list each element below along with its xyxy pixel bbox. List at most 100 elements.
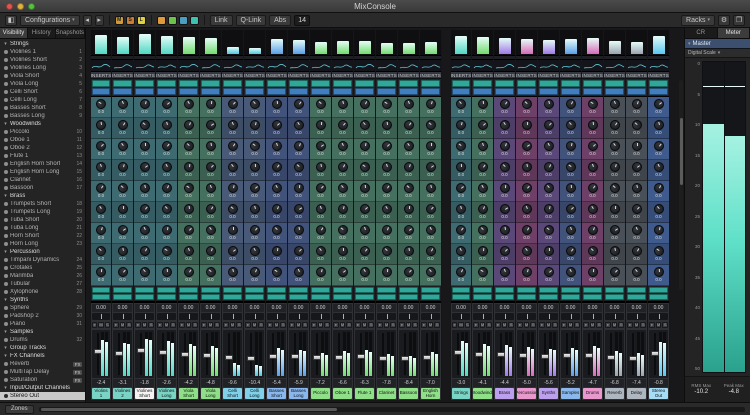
insert-slot[interactable]	[517, 80, 536, 87]
send-slot[interactable]	[223, 294, 242, 300]
horizontal-scrollbar-thumb[interactable]	[40, 407, 338, 411]
channel-list-item[interactable]: Piano 31	[0, 320, 85, 328]
rack-knob[interactable]	[115, 265, 130, 280]
rack-knob[interactable]	[315, 119, 326, 131]
rack-knob[interactable]	[652, 119, 665, 132]
rack-knob[interactable]	[607, 265, 622, 280]
channel-name-label[interactable]: Basses Short	[267, 388, 286, 399]
rack-knob[interactable]	[94, 160, 108, 174]
rack-knob-row[interactable]: 0.0	[134, 118, 155, 139]
solo-button[interactable]: S	[104, 322, 110, 328]
fader-cap[interactable]	[269, 353, 277, 359]
rack-knob[interactable]	[94, 97, 108, 112]
mute-button[interactable]: M	[361, 322, 368, 328]
channel-list-item[interactable]: Basses Long 9	[0, 112, 85, 120]
rack-knob[interactable]	[651, 181, 666, 195]
channel-list-item[interactable]: Drums 32	[0, 336, 85, 344]
rack-knob-row[interactable]: 0.0	[266, 181, 287, 202]
edit-channel-button[interactable]: e	[495, 322, 501, 328]
rack-knob[interactable]	[521, 119, 532, 131]
rack-knob[interactable]	[609, 203, 620, 215]
rack-knob-row[interactable]: 0.0	[538, 202, 559, 223]
solo-button[interactable]: S	[596, 322, 603, 328]
expand-arrow-icon[interactable]: ▾	[3, 249, 8, 255]
rack-knob[interactable]	[335, 223, 350, 238]
expand-arrow-icon[interactable]: ▾	[3, 345, 8, 351]
rack-knob-row[interactable]: 0.0	[354, 265, 375, 286]
vertical-scrollbar-thumb[interactable]	[679, 117, 683, 185]
rack-header-inserts[interactable]: INSERTS	[398, 72, 419, 79]
rack-knob[interactable]	[607, 181, 622, 196]
listen-toggle-button[interactable]: L	[136, 15, 146, 25]
rack-knob[interactable]	[269, 118, 284, 133]
rack-knob[interactable]	[181, 139, 196, 154]
rack-knob-row[interactable]: 0.0	[560, 97, 581, 118]
channel-name-label[interactable]: Clarinet	[377, 388, 396, 399]
rack-knob[interactable]	[423, 118, 438, 133]
rack-knob[interactable]	[454, 244, 468, 259]
rack-knob[interactable]	[587, 119, 598, 131]
eq-curve-display[interactable]	[222, 60, 243, 72]
rack-knob-row[interactable]: 0.0	[222, 265, 243, 286]
rack-knob[interactable]	[651, 97, 666, 112]
rack-knob[interactable]	[541, 160, 556, 174]
rack-knob-row[interactable]: 0.0	[472, 160, 493, 181]
rack-knob-row[interactable]: 0.0	[222, 244, 243, 265]
insert-slot[interactable]	[421, 88, 440, 95]
rack-knob-row[interactable]: 0.0	[494, 244, 515, 265]
channel-list-item[interactable]: ▾ Samples	[0, 328, 85, 336]
mixer-channel-strip[interactable]: INSERTS 0.0 0.0 0.0 0.0 0.0 0.0 0.0 0.0 0.0 0.00 e M…	[332, 30, 354, 400]
rack-knob-row[interactable]: 0.0	[200, 202, 221, 223]
send-slot[interactable]	[179, 294, 198, 300]
rack-knob[interactable]	[247, 139, 262, 154]
rack-knob[interactable]	[115, 223, 130, 238]
visibility-dot-icon[interactable]	[3, 98, 8, 102]
channel-list-item[interactable]: Xylophone 28	[0, 288, 85, 296]
pan-control[interactable]	[399, 313, 418, 320]
rack-knob[interactable]	[357, 265, 372, 280]
rack-knob-row[interactable]: 0.0	[472, 265, 493, 286]
rack-header-inserts[interactable]: INSERTS	[178, 72, 199, 79]
send-slot[interactable]	[421, 294, 440, 300]
rack-knob-row[interactable]: 0.0	[288, 202, 309, 223]
rack-knob-row[interactable]: 0.0	[310, 97, 331, 118]
rack-knob-row[interactable]: 0.0	[244, 265, 265, 286]
mute-button[interactable]: M	[427, 322, 434, 328]
rack-knob-row[interactable]: 0.0	[244, 244, 265, 265]
channel-list-item[interactable]: Bassoon 17	[0, 184, 85, 192]
visibility-dot-icon[interactable]	[3, 306, 8, 310]
insert-slot[interactable]	[517, 88, 536, 95]
send-slot[interactable]	[113, 294, 132, 300]
rack-knob[interactable]	[95, 266, 107, 278]
rack-knob[interactable]	[476, 139, 489, 153]
mute-button[interactable]: M	[141, 322, 148, 328]
rack-knob-row[interactable]: 0.0	[398, 202, 419, 223]
insert-slot[interactable]	[473, 88, 492, 95]
rack-knob-row[interactable]: 0.0	[112, 181, 133, 202]
eq-curve-display[interactable]	[288, 60, 309, 72]
rack-knob-row[interactable]: 0.0	[472, 223, 493, 244]
pan-control[interactable]	[605, 313, 624, 320]
rack-knob[interactable]	[455, 162, 467, 173]
rack-knob[interactable]	[249, 162, 260, 173]
insert-slot[interactable]	[605, 88, 624, 95]
rack-knob-row[interactable]: 0.0	[376, 118, 397, 139]
configurations-dropdown[interactable]: Configurations ▾	[20, 14, 80, 26]
channel-list-item[interactable]: ▾ FX Channels	[0, 352, 85, 360]
mixer-channel-strip[interactable]: INSERTS 0.0 0.0 0.0 0.0 0.0 0.0 0.0 0.0 0.0 0.00 e M…	[582, 30, 604, 400]
eq-curve-display[interactable]	[376, 60, 397, 72]
rack-knob-row[interactable]: 0.0	[376, 97, 397, 118]
rack-knob-row[interactable]: 0.0	[91, 97, 111, 118]
gain-value[interactable]: 0.00	[311, 304, 330, 312]
rack-knob[interactable]	[226, 266, 239, 279]
fader-cap[interactable]	[607, 355, 615, 361]
rack-knob[interactable]	[423, 160, 438, 175]
rack-knob[interactable]	[454, 203, 468, 216]
edit-channel-button[interactable]: e	[157, 322, 163, 328]
pan-control[interactable]	[179, 313, 198, 320]
pan-control[interactable]	[135, 313, 154, 320]
solo-button[interactable]: S	[552, 322, 559, 328]
rack-knob[interactable]	[563, 202, 578, 217]
rack-knob-row[interactable]: 0.0	[626, 265, 647, 286]
rack-knob-row[interactable]: 0.0	[626, 118, 647, 139]
